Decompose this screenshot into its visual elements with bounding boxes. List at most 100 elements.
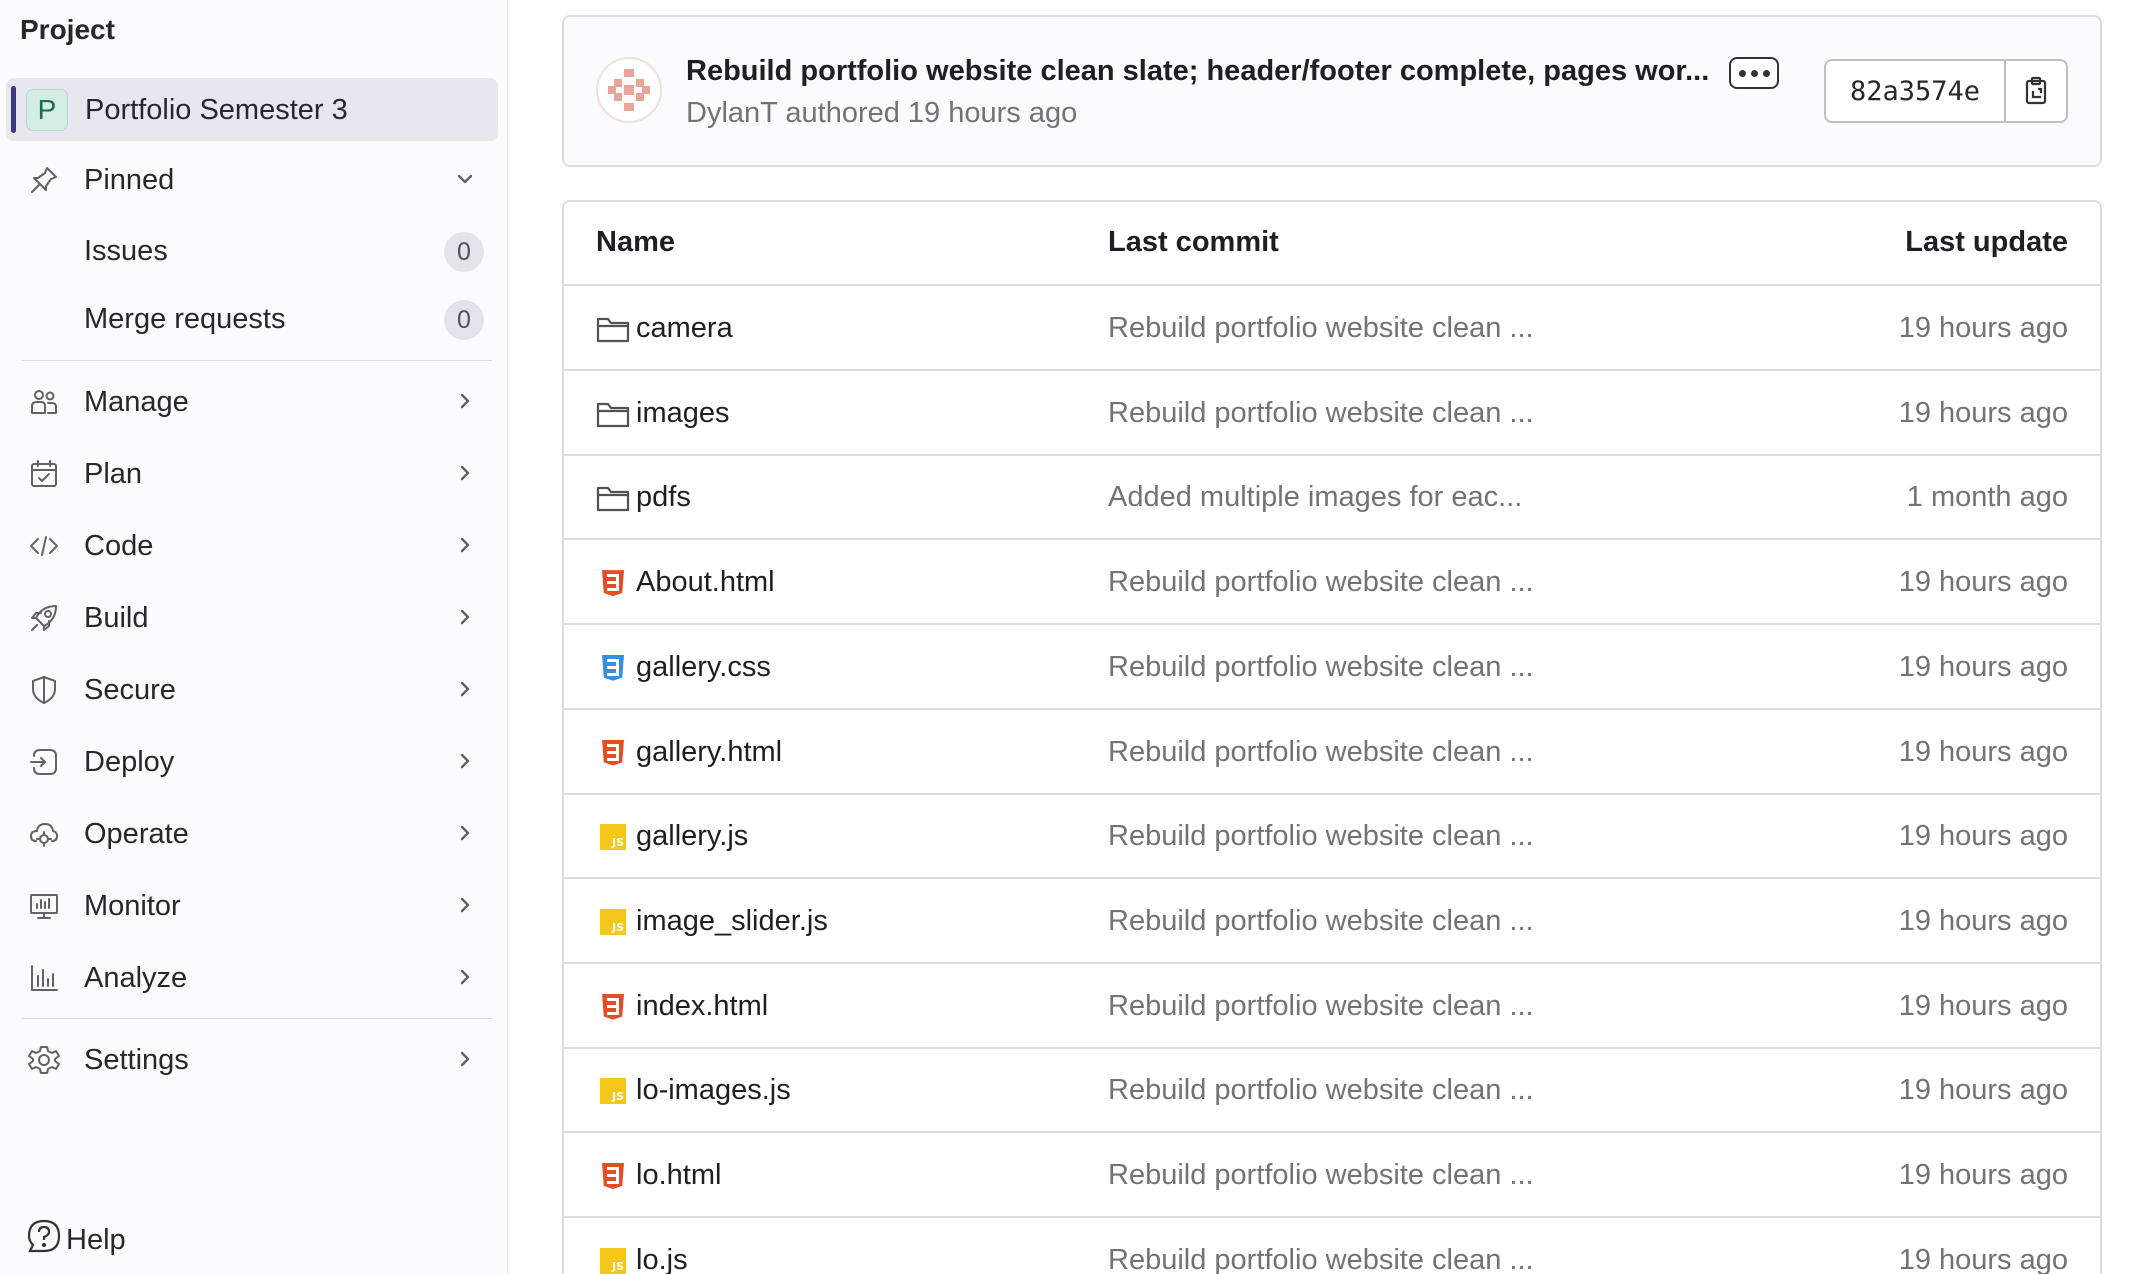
shield-icon xyxy=(28,674,60,706)
last-commit-link[interactable]: Added multiple images for eac... xyxy=(1108,481,1522,514)
sidebar-item-monitor[interactable]: Monitor xyxy=(6,876,498,934)
html-file-icon xyxy=(596,992,630,1022)
commit-sha[interactable]: 82a3574e xyxy=(1826,61,2006,121)
chevron-right-icon xyxy=(454,606,476,628)
file-name-link[interactable]: camera xyxy=(636,312,733,345)
last-update-time: 19 hours ago xyxy=(1898,566,2068,599)
commit-title-link[interactable]: Rebuild portfolio website clean slate; h… xyxy=(686,55,1709,88)
js-file-icon: JS xyxy=(596,907,630,937)
table-row[interactable]: camera Rebuild portfolio website clean ..… xyxy=(564,286,2100,371)
last-commit-link[interactable]: Rebuild portfolio website clean ... xyxy=(1108,990,1534,1023)
sidebar-item-label: Operate xyxy=(84,818,189,850)
sidebar-item-label: Plan xyxy=(84,458,143,490)
sidebar-item-build[interactable]: Build xyxy=(6,588,498,646)
table-row[interactable]: JS gallery.js Rebuild portfolio website cl… xyxy=(564,794,2100,880)
active-indicator xyxy=(11,86,16,133)
file-name-link[interactable]: gallery.js xyxy=(636,820,748,853)
sidebar-divider xyxy=(22,360,492,361)
table-row[interactable]: JS lo-images.js Rebuild portfolio website … xyxy=(564,1048,2100,1134)
html-file-icon xyxy=(596,738,630,768)
js-file-icon: JS xyxy=(596,1076,630,1106)
help-label: Help xyxy=(66,1223,126,1256)
sidebar-item-settings[interactable]: Settings xyxy=(6,1030,498,1088)
file-tree-table: Name Last commit Last update camera Rebui… xyxy=(562,200,2102,1274)
table-row[interactable]: gallery.css Rebuild portfolio website cle… xyxy=(564,625,2100,710)
file-name-link[interactable]: gallery.css xyxy=(636,651,771,684)
last-commit-link[interactable]: Rebuild portfolio website clean ... xyxy=(1108,651,1534,684)
sidebar-section-title: Project xyxy=(20,14,115,45)
sidebar-item-manage[interactable]: Manage xyxy=(6,372,498,430)
file-name-link[interactable]: lo.js xyxy=(636,1244,688,1274)
sidebar-item-label: Analyze xyxy=(84,962,188,994)
file-name-link[interactable]: lo.html xyxy=(636,1159,721,1192)
file-name-link[interactable]: index.html xyxy=(636,990,768,1023)
copy-sha-button[interactable] xyxy=(2006,61,2066,121)
sidebar-item-deploy[interactable]: Deploy xyxy=(6,732,498,790)
last-commit-link[interactable]: Rebuild portfolio website clean ... xyxy=(1108,905,1534,938)
file-name-link[interactable]: images xyxy=(636,397,730,430)
ellipsis-dot xyxy=(1750,69,1758,77)
table-row[interactable]: JS lo.js Rebuild portfolio website clean .… xyxy=(564,1218,2100,1274)
js-file-icon: JS xyxy=(596,822,630,852)
sidebar-item-analyze[interactable]: Analyze xyxy=(6,948,498,1006)
last-commit-link[interactable]: Rebuild portfolio website clean ... xyxy=(1108,397,1534,430)
js-file-icon: JS xyxy=(596,1246,630,1274)
html-file-icon xyxy=(596,1161,630,1191)
pin-icon xyxy=(28,164,60,196)
folder-icon xyxy=(596,399,630,429)
sidebar-item-code[interactable]: Code xyxy=(6,516,498,574)
chevron-right-icon xyxy=(454,894,476,916)
table-row[interactable]: index.html Rebuild portfolio website clea… xyxy=(564,964,2100,1049)
sidebar-item-label: Manage xyxy=(84,386,189,418)
last-commit-link[interactable]: Rebuild portfolio website clean ... xyxy=(1108,566,1534,599)
sidebar-item-operate[interactable]: Operate xyxy=(6,804,498,862)
last-update-time: 19 hours ago xyxy=(1898,650,2068,683)
sidebar-item-merge-requests[interactable]: Merge requests 0 xyxy=(6,290,498,348)
table-row[interactable]: pdfs Added multiple images for eac... 1 mo… xyxy=(564,455,2100,541)
chevron-right-icon xyxy=(454,1048,476,1070)
ellipsis-dot xyxy=(1762,69,1770,77)
sidebar-item-secure[interactable]: Secure xyxy=(6,660,498,718)
help-button[interactable]: Help xyxy=(26,1218,126,1262)
count-badge: 0 xyxy=(444,300,484,340)
last-commit-link[interactable]: Rebuild portfolio website clean ... xyxy=(1108,1159,1534,1192)
chevron-right-icon xyxy=(454,534,476,556)
sidebar: Project P Portfolio Semester 3 Pinned Is… xyxy=(0,0,508,1274)
last-update-time: 19 hours ago xyxy=(1898,820,2068,853)
file-name-link[interactable]: lo-images.js xyxy=(636,1074,791,1107)
last-commit-link[interactable]: Rebuild portfolio website clean ... xyxy=(1108,1074,1534,1107)
sidebar-item-issues[interactable]: Issues 0 xyxy=(6,222,498,280)
table-row[interactable]: About.html Rebuild portfolio website clea… xyxy=(564,540,2100,626)
toggle-commit-description-button[interactable] xyxy=(1729,57,1779,89)
html-file-icon xyxy=(596,568,630,598)
table-row[interactable]: lo.html Rebuild portfolio website clean .… xyxy=(564,1133,2100,1218)
clipboard-icon xyxy=(2025,76,2047,105)
last-update-time: 19 hours ago xyxy=(1898,989,2068,1022)
file-name-link[interactable]: image_slider.js xyxy=(636,905,828,938)
file-name-link[interactable]: About.html xyxy=(636,566,775,599)
table-header: Name Last commit Last update xyxy=(564,202,2100,286)
sidebar-item-pinned[interactable]: Pinned xyxy=(6,150,498,208)
code-icon xyxy=(28,530,60,562)
last-update-time: 19 hours ago xyxy=(1898,904,2068,937)
last-commit-link[interactable]: Rebuild portfolio website clean ... xyxy=(1108,736,1534,769)
column-header-last-update: Last update xyxy=(1905,226,2068,258)
commit-meta: DylanT authored 19 hours ago xyxy=(686,97,1078,129)
last-commit-link[interactable]: Rebuild portfolio website clean ... xyxy=(1108,312,1534,345)
author-avatar[interactable] xyxy=(596,57,662,123)
sidebar-item-plan[interactable]: Plan xyxy=(6,444,498,502)
identicon-icon xyxy=(608,69,650,111)
last-commit-link[interactable]: Rebuild portfolio website clean ... xyxy=(1108,1244,1534,1274)
chart-icon xyxy=(28,962,60,994)
last-commit-link[interactable]: Rebuild portfolio website clean ... xyxy=(1108,820,1534,853)
file-name-link[interactable]: pdfs xyxy=(636,481,691,514)
table-row[interactable]: gallery.html Rebuild portfolio website cl… xyxy=(564,710,2100,795)
table-row[interactable]: JS image_slider.js Rebuild portfolio websi… xyxy=(564,879,2100,964)
sidebar-divider xyxy=(22,1018,492,1019)
file-name-link[interactable]: gallery.html xyxy=(636,736,782,769)
last-commit-panel: Rebuild portfolio website clean slate; h… xyxy=(562,15,2102,167)
chevron-right-icon xyxy=(454,462,476,484)
project-switcher[interactable]: P Portfolio Semester 3 xyxy=(6,78,498,141)
table-row[interactable]: images Rebuild portfolio website clean ..… xyxy=(564,371,2100,456)
chevron-down-icon xyxy=(454,168,476,190)
